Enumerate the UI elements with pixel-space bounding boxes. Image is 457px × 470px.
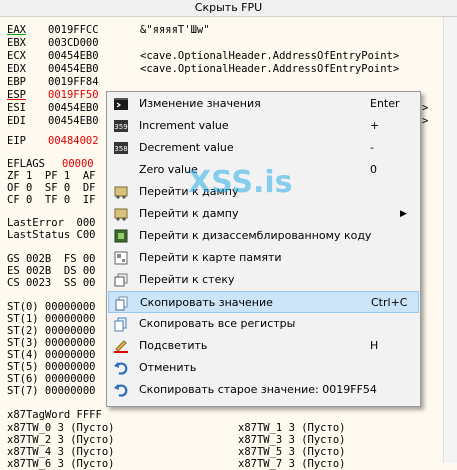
- fpu-st-row[interactable]: ST(7) 00000000: [7, 385, 96, 397]
- highlight-pen-icon: [114, 340, 128, 353]
- menu-item-label: Скопировать значение: [140, 296, 273, 309]
- menu-item-undo[interactable]: Отменить: [108, 357, 419, 379]
- undo-icon: [114, 362, 128, 375]
- menu-item-goto-disassembly[interactable]: Перейти к дизассемблированному коду: [108, 225, 419, 247]
- menu-item-label: Перейти к стеку: [139, 273, 235, 286]
- menu-item-shortcut: Ctrl+C: [371, 296, 408, 309]
- register-name-eip[interactable]: EIP: [7, 135, 26, 147]
- menu-item-copy-all-registers[interactable]: Скопировать все регистры: [108, 313, 419, 335]
- last-error[interactable]: LastError 000: [7, 217, 96, 229]
- fpu-st-row[interactable]: ST(6) 00000000: [7, 373, 96, 385]
- dump-icon: [114, 208, 128, 221]
- fpu-st-row[interactable]: ST(2) 00000000: [7, 325, 96, 337]
- menu-item-shortcut: Enter: [370, 97, 400, 110]
- menu-item-label: Скопировать старое значение: 0019FF54: [139, 383, 377, 396]
- cpu-icon: [114, 229, 128, 243]
- register-value-eip[interactable]: 00484002: [48, 135, 99, 147]
- menu-item-label: Increment value: [139, 119, 229, 132]
- menu-item-shortcut: 0: [370, 163, 377, 176]
- last-status[interactable]: LastStatus C00: [7, 229, 96, 241]
- fpu-st-row[interactable]: ST(4) 00000000: [7, 349, 96, 361]
- stack-icon: [114, 273, 128, 287]
- tag-word-row[interactable]: x87TW_0 3 (Пусто): [7, 422, 114, 434]
- register-value-ecx[interactable]: 00454EB0: [48, 50, 99, 62]
- register-name-ecx[interactable]: ECX: [7, 50, 26, 62]
- menu-item-shortcut: +: [370, 119, 380, 132]
- memory-map-icon: [114, 251, 128, 265]
- menu-item-label: Перейти к карте памяти: [139, 251, 282, 264]
- vertical-scrollbar[interactable]: [443, 17, 457, 463]
- register-name-edx[interactable]: EDX: [7, 63, 26, 75]
- register-value-eax[interactable]: 0019FFCC: [48, 24, 99, 36]
- register-name-ebp[interactable]: EBP: [7, 76, 26, 88]
- register-comment-ecx: <cave.OptionalHeader.AddressOfEntryPoint…: [140, 50, 400, 62]
- tag-word-row[interactable]: x87TW_1 3 (Пусто): [238, 422, 345, 434]
- menu-item-label: Отменить: [139, 361, 197, 374]
- register-comment-eax: &"яяяяТ'Шw": [140, 24, 210, 36]
- menu-item-goto-memory-map[interactable]: Перейти к карте памяти: [108, 247, 419, 269]
- register-value-ebp[interactable]: 0019FF84: [48, 76, 99, 88]
- copy-all-icon: [114, 317, 127, 332]
- tag-word-row[interactable]: x87TW_2 3 (Пусто): [7, 434, 114, 446]
- register-name-ebx[interactable]: EBX: [7, 37, 26, 49]
- undo-copy-icon: [114, 384, 128, 397]
- flags-row[interactable]: ZF 1 PF 1 AF: [7, 170, 96, 182]
- register-name-esi[interactable]: ESI: [7, 102, 26, 114]
- fpu-st-row[interactable]: ST(0) 00000000: [7, 301, 96, 313]
- increment-icon: 359: [114, 120, 128, 132]
- tag-word-row[interactable]: x87TW_4 3 (Пусто): [7, 446, 114, 458]
- fpu-toggle-label[interactable]: Скрыть FPU: [195, 1, 262, 14]
- register-name-eax[interactable]: EAX: [7, 24, 26, 36]
- menu-item-copy-old-value[interactable]: Скопировать старое значение: 0019FF54: [108, 379, 419, 401]
- register-value-edi[interactable]: 00454EB0: [48, 115, 99, 127]
- menu-item-label: Скопировать все регистры: [139, 317, 296, 330]
- menu-item-decrement[interactable]: 358 Decrement value -: [108, 137, 419, 159]
- eflags-value[interactable]: 00000: [62, 158, 94, 170]
- register-value-esi[interactable]: 00454EB0: [48, 102, 99, 114]
- flags-row[interactable]: CF 0 TF 0 IF: [7, 194, 96, 206]
- tag-word-row[interactable]: x87TW_3 3 (Пусто): [238, 434, 345, 446]
- menu-item-shortcut: -: [370, 141, 374, 154]
- register-value-ebx[interactable]: 003CD000: [48, 37, 99, 49]
- fpu-st-row[interactable]: ST(1) 00000000: [7, 313, 96, 325]
- menu-item-highlight[interactable]: Подсветить H: [108, 335, 419, 357]
- tag-word[interactable]: x87TagWord FFFF: [7, 409, 102, 421]
- menu-item-goto-stack[interactable]: Перейти к стеку: [108, 269, 419, 291]
- menu-item-label: Перейти к дизассемблированному коду: [139, 229, 372, 242]
- menu-item-shortcut: H: [370, 339, 379, 352]
- flags-row[interactable]: OF 0 SF 0 DF: [7, 182, 96, 194]
- register-comment-edx: <cave.OptionalHeader.AddressOfEntryPoint…: [140, 63, 400, 75]
- menu-item-label: Decrement value: [139, 141, 234, 154]
- context-menu: Изменение значения Enter 359 Increment v…: [106, 91, 421, 407]
- register-name-esp[interactable]: ESP: [7, 89, 26, 101]
- svg-text:359: 359: [114, 123, 127, 131]
- menu-item-label: Подсветить: [139, 339, 208, 352]
- dump-icon: [114, 186, 128, 199]
- segment-row[interactable]: ES 002B DS 00: [7, 265, 96, 277]
- menu-item-label: Изменение значения: [139, 97, 261, 110]
- menu-item-copy-value[interactable]: Скопировать значение Ctrl+C: [108, 291, 419, 313]
- tag-word-row[interactable]: x87TW_6 3 (Пусто): [7, 458, 114, 470]
- menu-item-increment[interactable]: 359 Increment value +: [108, 115, 419, 137]
- register-comment-edi: >: [422, 115, 429, 127]
- eflags-label: EFLAGS: [7, 158, 45, 170]
- svg-text:358: 358: [114, 145, 127, 153]
- register-name-edi[interactable]: EDI: [7, 115, 26, 127]
- copy-icon: [115, 296, 128, 311]
- fpu-toggle-header[interactable]: Скрыть FPU: [0, 0, 457, 17]
- menu-item-edit-value[interactable]: Изменение значения Enter: [108, 93, 419, 115]
- register-comment-esi: >: [422, 102, 429, 114]
- tag-word-row[interactable]: x87TW_7 3 (Пусто): [238, 458, 345, 470]
- terminal-icon: [114, 98, 128, 110]
- register-value-edx[interactable]: 00454EB0: [48, 63, 99, 75]
- segment-row[interactable]: CS 0023 SS 00: [7, 277, 96, 289]
- segment-row[interactable]: GS 002B FS 00: [7, 253, 96, 265]
- watermark-logo: XSS.is: [188, 165, 293, 200]
- decrement-icon: 358: [114, 142, 128, 154]
- register-value-esp[interactable]: 0019FF50: [48, 89, 99, 101]
- fpu-st-row[interactable]: ST(5) 00000000: [7, 361, 96, 373]
- tag-word-row[interactable]: x87TW_5 3 (Пусто): [238, 446, 345, 458]
- fpu-st-row[interactable]: ST(3) 00000000: [7, 337, 96, 349]
- submenu-arrow-icon: ▶: [400, 209, 407, 219]
